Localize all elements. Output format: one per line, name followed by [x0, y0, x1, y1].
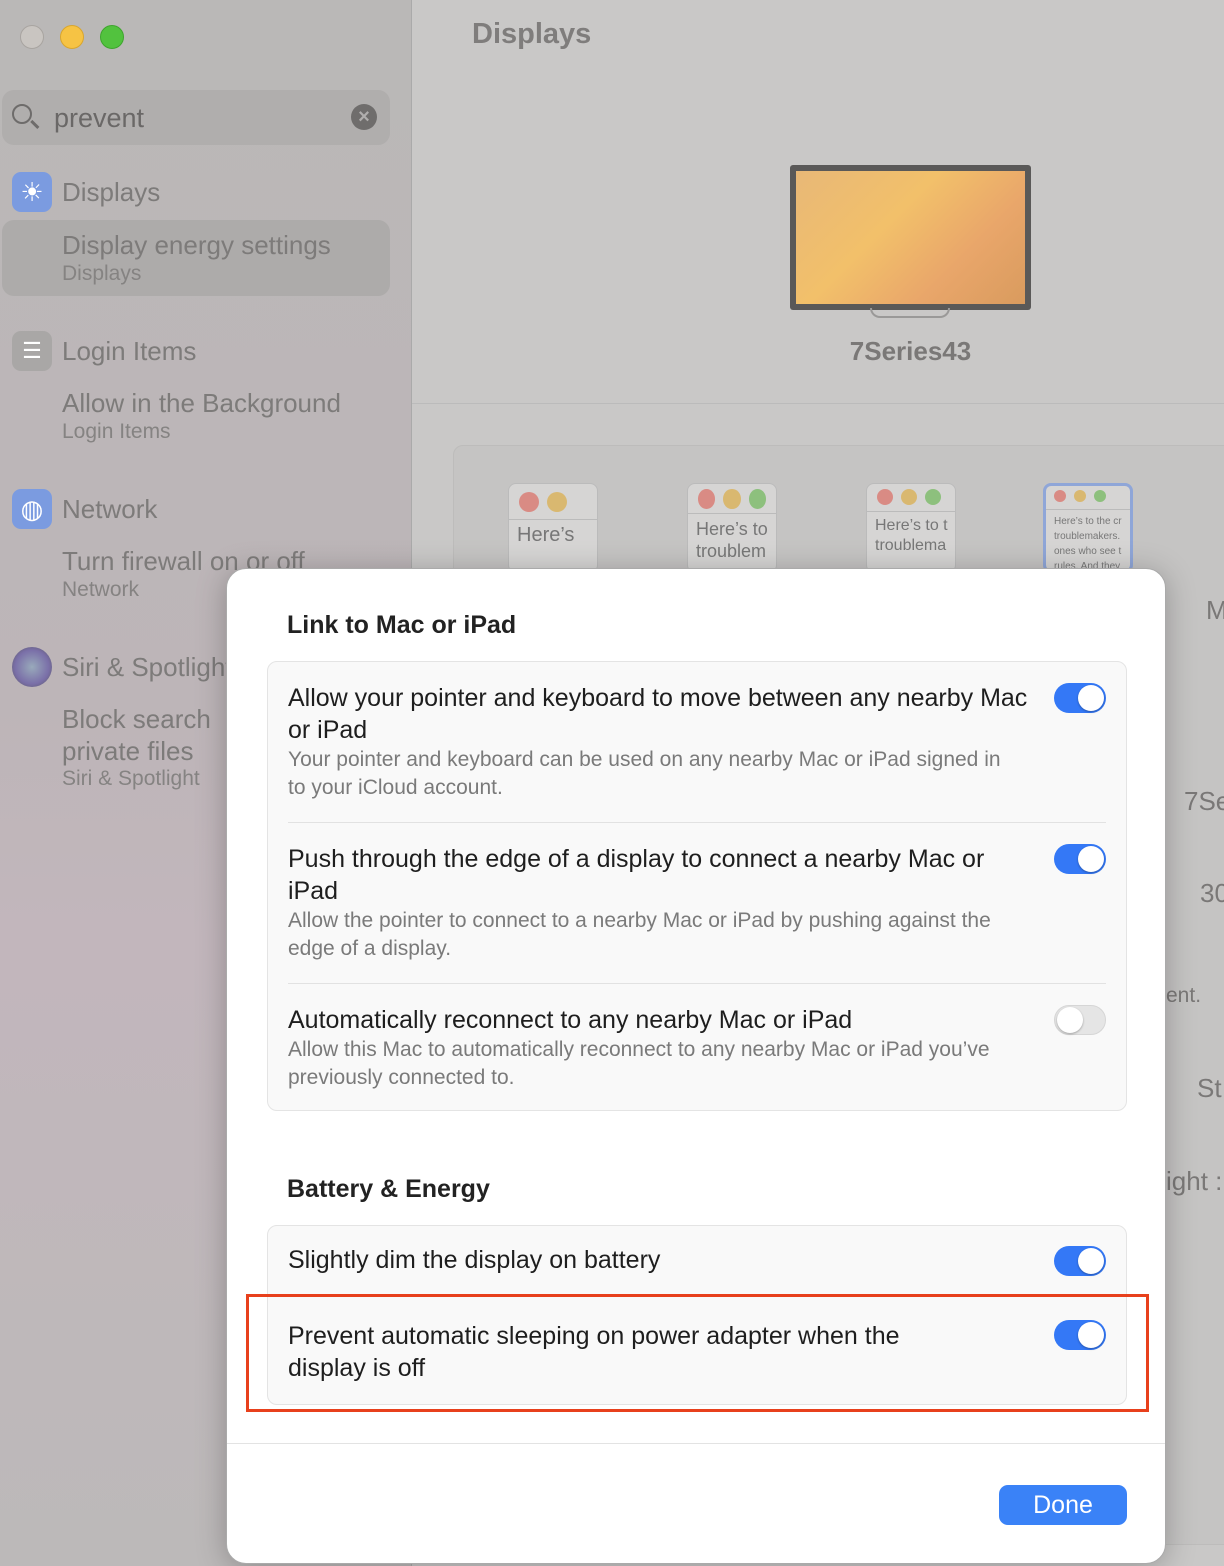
display-settings-dialog: Link to Mac or iPad Allow your pointer a…	[226, 568, 1166, 1564]
toggle-pointer-keyboard[interactable]	[1054, 683, 1106, 713]
section-title-link: Link to Mac or iPad	[287, 611, 517, 639]
setting-label: Push through the edge of a display to co…	[288, 845, 985, 905]
result-label-line2[interactable]: private files	[62, 735, 194, 767]
sidebar-group-siri-spotlight[interactable]: Siri & Spotlight	[62, 652, 233, 683]
background-text: 7Se	[1184, 786, 1224, 816]
setting-desc: Your pointer and keyboard can be used on…	[288, 748, 1001, 799]
setting-row-auto-reconnect: Automatically reconnect to any nearby Ma…	[288, 984, 1106, 1110]
monitor-stand	[870, 308, 950, 318]
background-text: M	[1206, 595, 1224, 625]
done-button[interactable]: Done	[999, 1485, 1127, 1525]
resolution-thumbnail[interactable]: Here’s to t troublema	[866, 483, 956, 573]
section-title-battery: Battery & Energy	[287, 1175, 490, 1203]
toggle-push-through[interactable]	[1054, 844, 1106, 874]
result-sub: Siri & Spotlight	[62, 767, 200, 790]
monitor-image[interactable]	[790, 165, 1031, 310]
resolution-thumbnail-selected[interactable]: Here’s to the cr troublemakers. ones who…	[1043, 483, 1133, 573]
sun-icon: ☀	[12, 172, 52, 212]
setting-label: Allow your pointer and keyboard to move …	[288, 684, 1028, 744]
search-icon	[12, 104, 32, 124]
sidebar-group-network[interactable]: Network	[62, 494, 157, 525]
result-label[interactable]: Allow in the Background	[62, 387, 341, 419]
link-settings-card: Allow your pointer and keyboard to move …	[267, 661, 1127, 1111]
setting-label: Slightly dim the display on battery	[288, 1246, 661, 1274]
resolution-thumbnail[interactable]: Here’s to troublem	[687, 483, 777, 573]
close-window-button[interactable]	[20, 25, 44, 49]
page-title: Displays	[472, 18, 592, 50]
result-label[interactable]: Block search	[62, 703, 211, 735]
globe-icon: ◍	[12, 489, 52, 529]
sidebar-group-login-items[interactable]: Login Items	[62, 336, 196, 367]
setting-row-push-through: Push through the edge of a display to co…	[288, 823, 1106, 984]
result-label[interactable]: Display energy settings	[62, 229, 331, 261]
clear-search-icon[interactable]: ×	[351, 104, 377, 130]
background-text: St	[1197, 1073, 1222, 1103]
toggle-auto-reconnect[interactable]	[1054, 1005, 1106, 1035]
minimize-window-button[interactable]	[60, 25, 84, 49]
zoom-window-button[interactable]	[100, 25, 124, 49]
sidebar-group-displays[interactable]: Displays	[62, 177, 160, 208]
background-text: ight :	[1166, 1166, 1223, 1196]
list-icon: ☰	[12, 331, 52, 371]
setting-row-pointer-keyboard: Allow your pointer and keyboard to move …	[288, 662, 1106, 823]
result-sub: Login Items	[62, 420, 171, 443]
setting-desc: Allow this Mac to automatically reconnec…	[288, 1038, 990, 1089]
setting-desc: Allow the pointer to connect to a nearby…	[288, 909, 991, 960]
background-text: ent.	[1166, 984, 1202, 1007]
background-text: 30	[1200, 878, 1224, 908]
monitor-name: 7Series43	[849, 336, 972, 366]
siri-icon	[12, 647, 52, 687]
setting-label: Automatically reconnect to any nearby Ma…	[288, 1006, 853, 1034]
divider	[412, 403, 1224, 404]
search-field[interactable]: prevent ×	[2, 90, 390, 145]
footer-divider	[227, 1443, 1165, 1444]
toggle-dim-display[interactable]	[1054, 1246, 1106, 1276]
resolution-thumbnail[interactable]: Here’s	[508, 483, 598, 573]
search-input[interactable]: prevent	[54, 103, 144, 134]
highlight-box	[246, 1294, 1149, 1412]
setting-row-dim-display: Slightly dim the display on battery	[288, 1226, 1106, 1296]
result-sub: Network	[62, 578, 140, 601]
result-sub: Displays	[62, 262, 142, 285]
